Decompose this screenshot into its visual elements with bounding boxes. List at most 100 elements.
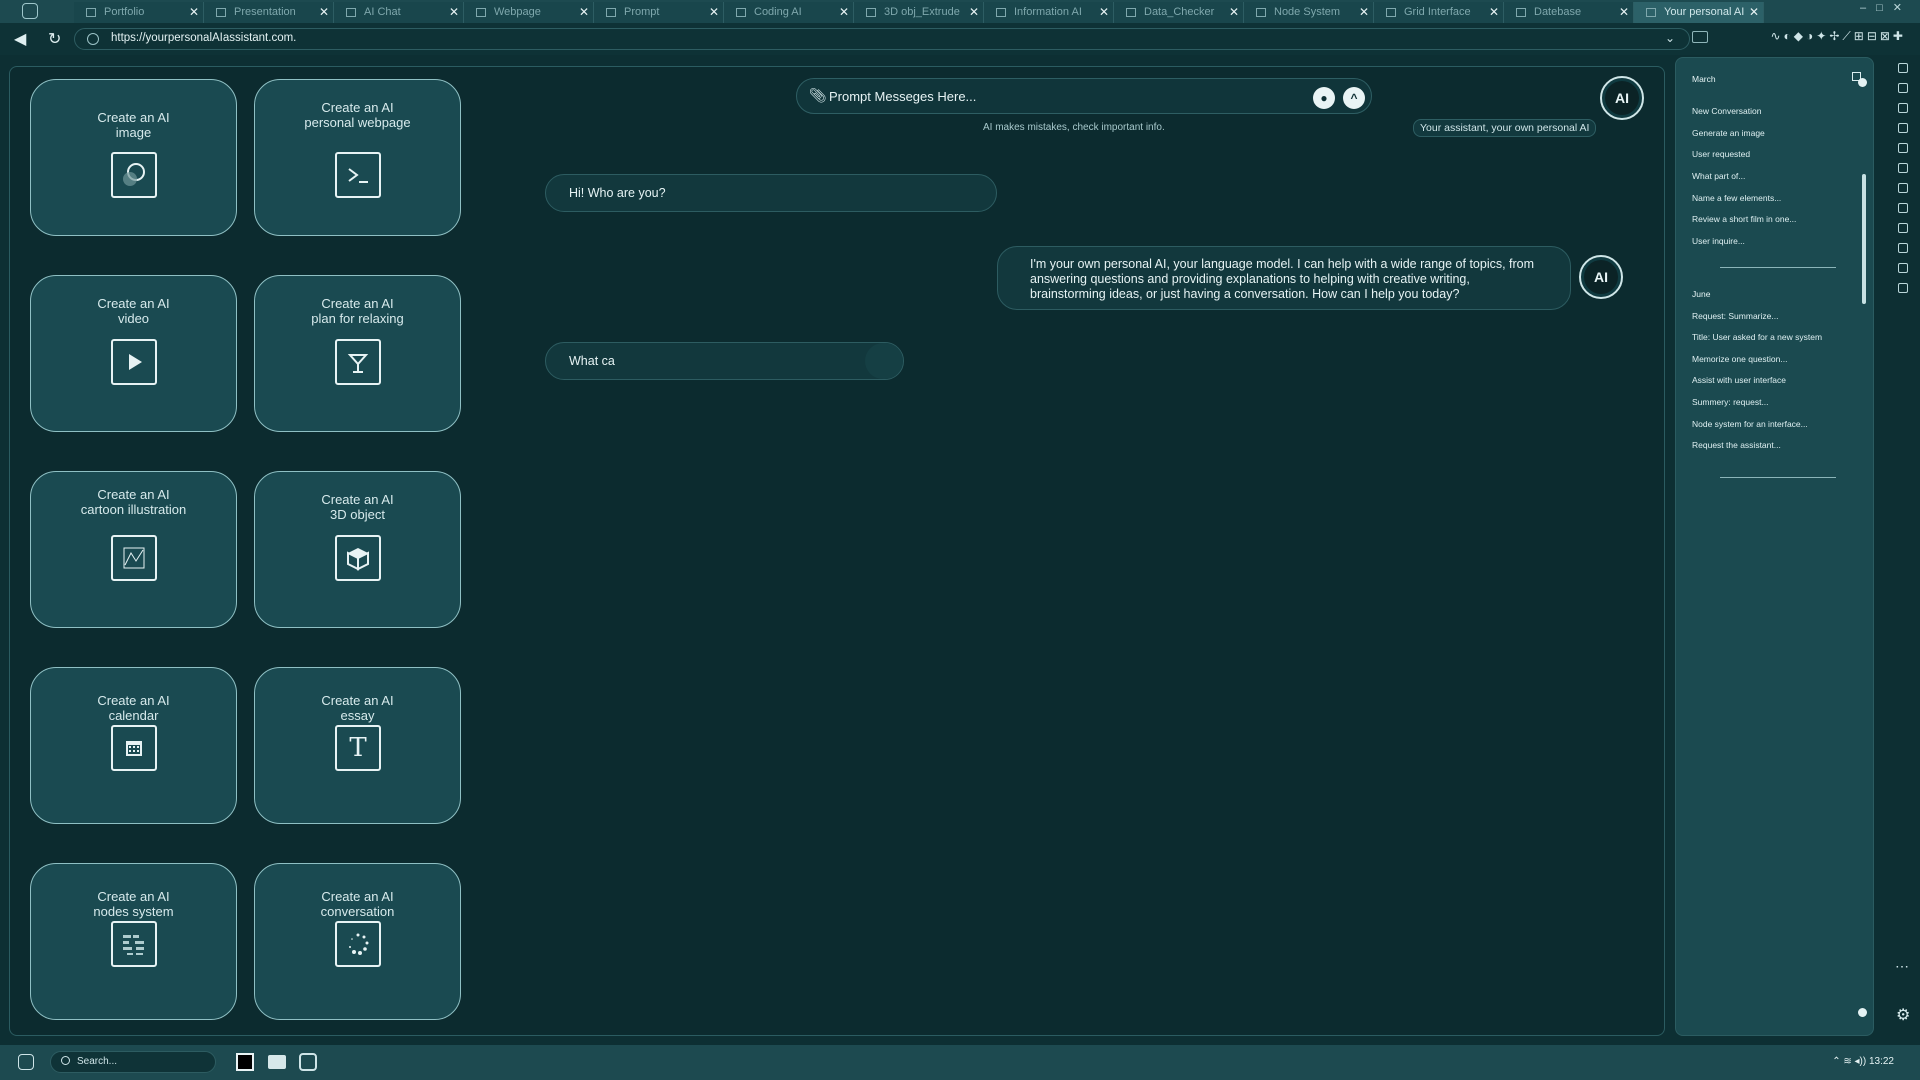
history-item[interactable]: Title: User asked for a new system <box>1692 332 1822 342</box>
close-icon[interactable]: ✕ <box>1359 2 1369 23</box>
tool-icon[interactable] <box>1898 123 1908 133</box>
terminal-app-icon[interactable] <box>236 1053 254 1071</box>
card-create-relax-plan[interactable]: Create an AI plan for relaxing <box>254 275 461 432</box>
history-item[interactable]: Review a short film in one... <box>1692 214 1796 224</box>
browser-app-icon[interactable] <box>299 1053 317 1071</box>
more-options-icon[interactable]: ⋯ <box>1895 958 1909 975</box>
window-controls[interactable]: –□✕ <box>1860 0 1912 16</box>
reload-icon[interactable]: ↻ <box>48 29 61 49</box>
tab-label: Portfolio <box>104 6 145 18</box>
card-create-nodes[interactable]: Create an AI nodes system <box>30 863 237 1020</box>
disclaimer-text: AI makes mistakes, check important info. <box>983 122 1165 133</box>
history-divider <box>1720 477 1836 478</box>
history-item[interactable]: Generate an image <box>1692 128 1765 138</box>
os-taskbar: Search... ⌃ ≋ ◂)) 13:22 <box>0 1045 1920 1080</box>
history-item[interactable]: Assist with user interface <box>1692 375 1786 385</box>
sidebar-scrollbar[interactable] <box>1862 174 1866 304</box>
tab-datebase[interactable]: Datebase ✕ <box>1504 2 1634 23</box>
close-icon[interactable]: ✕ <box>189 2 199 23</box>
prompt-input-bar[interactable]: 📎︎ Prompt Messeges Here... ● ^ <box>796 78 1372 114</box>
settings-gear-icon[interactable]: ⚙ <box>1896 1005 1910 1025</box>
close-icon[interactable]: ✕ <box>1099 2 1109 23</box>
system-tray[interactable]: ⌃ ≋ ◂)) 13:22 <box>1832 1056 1894 1067</box>
tool-icon[interactable] <box>1898 63 1908 73</box>
close-icon[interactable]: ✕ <box>579 2 589 23</box>
tab-3d-obj-extrude[interactable]: 3D obj_Extrude ✕ <box>854 2 984 23</box>
tab-node-system[interactable]: Node System ✕ <box>1244 2 1374 23</box>
right-tool-strip <box>1884 57 1920 1037</box>
tab-label: Webpage <box>494 6 541 18</box>
card-create-3d-object[interactable]: Create an AI 3D object <box>254 471 461 628</box>
tab-webpage[interactable]: Webpage ✕ <box>464 2 594 23</box>
close-icon[interactable]: ✕ <box>1489 2 1499 23</box>
tab-ai-chat[interactable]: AI Chat ✕ <box>334 2 464 23</box>
card-create-video[interactable]: Create an AI video <box>30 275 237 432</box>
history-item[interactable]: Name a few elements... <box>1692 193 1781 203</box>
history-item[interactable]: New Conversation <box>1692 106 1761 116</box>
card-create-image[interactable]: Create an AI image <box>30 79 237 236</box>
history-item[interactable]: User inquire... <box>1692 236 1745 246</box>
tab-portfolio[interactable]: Portfolio ✕ <box>74 2 204 23</box>
scroll-bottom-dot[interactable] <box>1858 1008 1867 1017</box>
history-item[interactable]: Request the assistant... <box>1692 440 1781 450</box>
card-create-calendar[interactable]: Create an AI calendar <box>30 667 237 824</box>
folder-icon[interactable] <box>268 1055 286 1069</box>
close-icon[interactable]: ✕ <box>969 2 979 23</box>
taskbar-search[interactable]: Search... <box>50 1051 216 1073</box>
tab-your-personal-ai[interactable]: Your personal AI ✕ <box>1634 2 1764 23</box>
tool-icon[interactable] <box>1898 223 1908 233</box>
tray-icons[interactable]: ⌃ ≋ ◂)) <box>1832 1056 1869 1067</box>
tool-icon[interactable] <box>1898 203 1908 213</box>
browser-app-icon[interactable] <box>22 3 38 19</box>
close-icon[interactable]: ✕ <box>1619 2 1629 23</box>
tool-icon[interactable] <box>1898 103 1908 113</box>
tool-icon[interactable] <box>1898 183 1908 193</box>
tab-coding-ai[interactable]: Coding AI ✕ <box>724 2 854 23</box>
address-url[interactable]: https://yourpersonalAIassistant.com. <box>111 32 296 44</box>
history-sidebar: March New Conversation Generate an image… <box>1675 57 1874 1036</box>
assistant-avatar[interactable]: AI <box>1600 76 1644 120</box>
tab-prompt[interactable]: Prompt ✕ <box>594 2 724 23</box>
card-create-essay[interactable]: Create an AI essay T <box>254 667 461 824</box>
screenshot-icon[interactable] <box>1692 31 1708 43</box>
chevron-down-icon[interactable]: ⌄ <box>1665 31 1675 45</box>
scroll-top-dot[interactable] <box>1858 78 1867 87</box>
tool-icon[interactable] <box>1898 283 1908 293</box>
prompt-input[interactable]: Prompt Messeges Here... <box>829 89 976 104</box>
card-title: Create an AI conversation <box>320 889 395 919</box>
card-create-cartoon[interactable]: Create an AI cartoon illustration <box>30 471 237 628</box>
close-icon[interactable]: ✕ <box>449 2 459 23</box>
history-item[interactable]: Memorize one question... <box>1692 354 1787 364</box>
tool-icon[interactable] <box>1898 83 1908 93</box>
tool-icon[interactable] <box>1898 263 1908 273</box>
card-create-conversation[interactable]: Create an AI conversation <box>254 863 461 1020</box>
taskbar-search-input[interactable]: Search... <box>77 1056 117 1067</box>
tab-information-ai[interactable]: Information AI ✕ <box>984 2 1114 23</box>
address-bar[interactable]: https://yourpersonalAIassistant.com. ⌄ <box>74 28 1690 50</box>
close-icon[interactable]: ✕ <box>1749 2 1759 23</box>
paperclip-icon[interactable]: 📎︎ <box>809 87 827 104</box>
history-item[interactable]: Summery: request... <box>1692 397 1769 407</box>
history-item[interactable]: Node system for an interface... <box>1692 419 1808 429</box>
tool-icon[interactable] <box>1898 163 1908 173</box>
microphone-icon[interactable]: ● <box>1313 87 1335 109</box>
tool-icon[interactable] <box>1898 143 1908 153</box>
tab-grid-interface[interactable]: Grid Interface ✕ <box>1374 2 1504 23</box>
tool-icon[interactable] <box>1898 243 1908 253</box>
back-arrow-icon[interactable]: ◀ <box>14 29 26 49</box>
extension-icons[interactable]: ∿◐◆◑✦✢⟋⊞⊟⊠✚ <box>1770 29 1906 44</box>
close-icon[interactable]: ✕ <box>319 2 329 23</box>
history-item[interactable]: Request: Summarize... <box>1692 311 1778 321</box>
close-icon[interactable]: ✕ <box>839 2 849 23</box>
history-item[interactable]: User requested <box>1692 149 1750 159</box>
send-button[interactable]: ^ <box>1343 87 1365 109</box>
start-menu-icon[interactable] <box>18 1054 34 1070</box>
tab-presentation[interactable]: Presentation ✕ <box>204 2 334 23</box>
close-icon[interactable]: ✕ <box>1229 2 1239 23</box>
message-text: What ca <box>569 354 615 368</box>
tab-data-checker[interactable]: Data_Checker ✕ <box>1114 2 1244 23</box>
tab-page-icon <box>1126 8 1136 17</box>
card-create-webpage[interactable]: Create an AI personal webpage <box>254 79 461 236</box>
close-icon[interactable]: ✕ <box>709 2 719 23</box>
history-item[interactable]: What part of... <box>1692 171 1745 181</box>
